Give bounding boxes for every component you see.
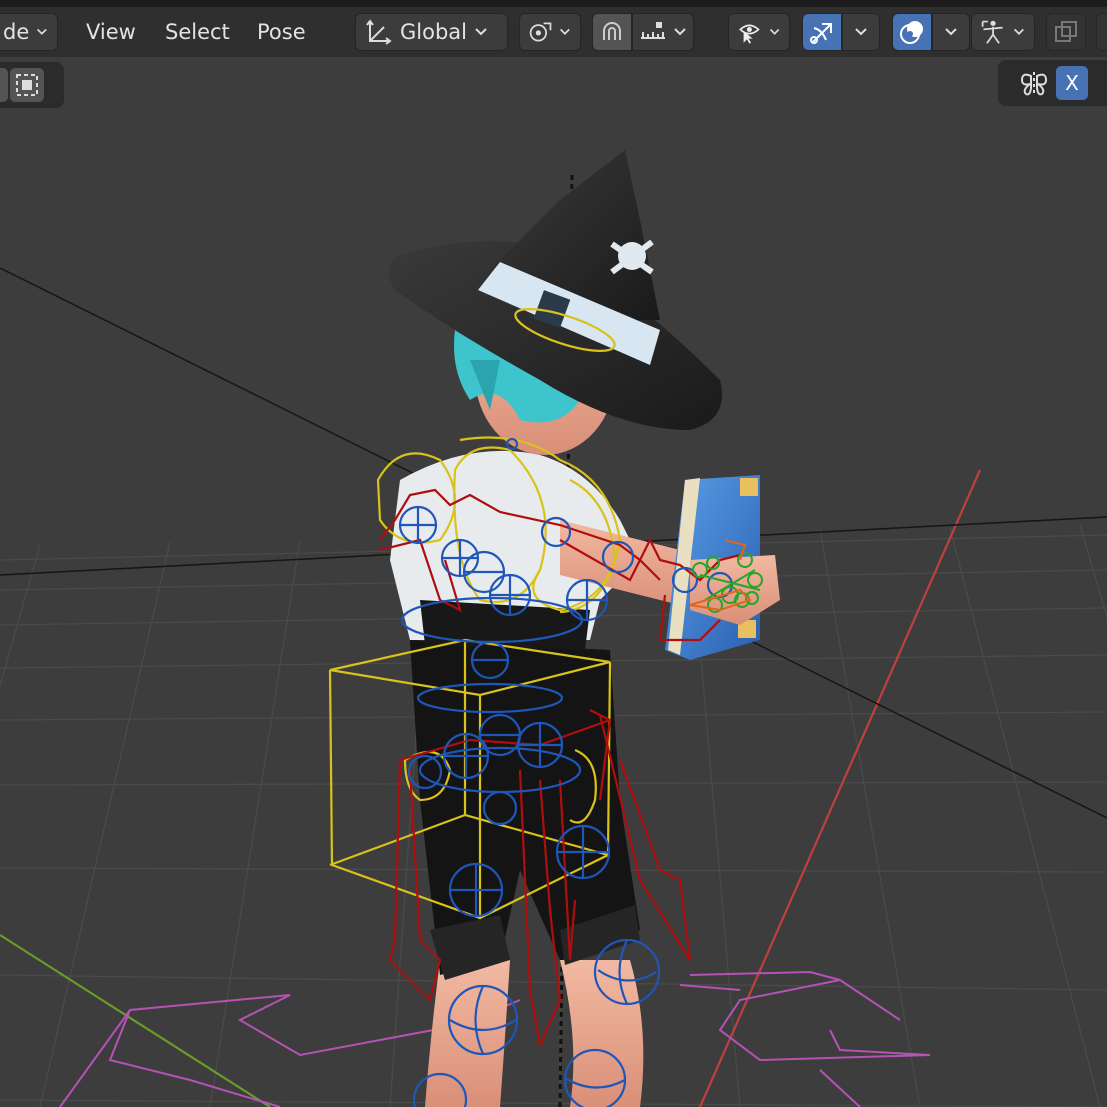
snap-magnet-icon xyxy=(603,22,621,40)
transform-orientation-dropdown[interactable]: Global xyxy=(355,13,508,51)
pose-bone-overlay-dropdown[interactable] xyxy=(971,13,1035,51)
mirror-butterfly-icon xyxy=(1020,72,1048,96)
pivot-point-icon xyxy=(529,22,552,42)
chevron-down-icon xyxy=(1014,28,1025,35)
gizmo-dropdown[interactable] xyxy=(842,13,880,51)
snapping-group xyxy=(592,13,694,51)
mirror-x-toggle[interactable]: X xyxy=(1056,66,1088,100)
overlay-icon xyxy=(900,21,923,44)
gizmo-group xyxy=(802,13,880,51)
overlay-toggle[interactable] xyxy=(892,13,932,51)
window-top-strip xyxy=(0,0,1107,7)
viewport-header: de View Select Pose Global xyxy=(0,7,1107,57)
snap-toggle[interactable] xyxy=(592,13,632,51)
mode-dropdown[interactable]: de xyxy=(0,13,58,51)
selection-mode-extend[interactable] xyxy=(10,68,44,102)
selectability-visibility-dropdown[interactable] xyxy=(728,13,790,51)
snap-increment-icon xyxy=(641,22,665,39)
chevron-down-icon xyxy=(945,28,957,36)
gizmo-toggle[interactable] xyxy=(802,13,842,51)
box-select-icon xyxy=(16,74,38,96)
mode-label: de xyxy=(3,20,30,44)
xray-toggle[interactable] xyxy=(1046,13,1086,51)
pivot-point-dropdown[interactable] xyxy=(519,13,581,51)
snap-target-dropdown[interactable] xyxy=(632,13,694,51)
menu-select[interactable]: Select xyxy=(161,13,234,51)
pose-mirror-panel xyxy=(998,60,1107,106)
gizmo-icon xyxy=(810,23,832,44)
selection-mode-set[interactable] xyxy=(0,68,8,102)
chevron-down-icon xyxy=(769,28,780,35)
shading-toggle[interactable] xyxy=(1096,13,1107,51)
chevron-down-icon xyxy=(560,28,571,35)
chevron-down-icon xyxy=(855,28,867,36)
chevron-down-icon xyxy=(475,28,487,36)
3d-viewport[interactable] xyxy=(0,0,1107,1107)
overlay-group xyxy=(892,13,970,51)
overlay-dropdown[interactable] xyxy=(932,13,970,51)
pose-bone-overlay-icon xyxy=(981,20,1003,44)
menu-view[interactable]: View xyxy=(82,13,140,51)
transform-orientation-label: Global xyxy=(400,20,467,44)
xray-toggle-icon xyxy=(1055,21,1077,42)
menu-pose[interactable]: Pose xyxy=(253,13,310,51)
chevron-down-icon xyxy=(674,28,686,36)
chevron-down-icon xyxy=(37,28,48,35)
transform-orientation-icon xyxy=(366,19,392,45)
selectability-visibility-icon xyxy=(739,24,760,44)
